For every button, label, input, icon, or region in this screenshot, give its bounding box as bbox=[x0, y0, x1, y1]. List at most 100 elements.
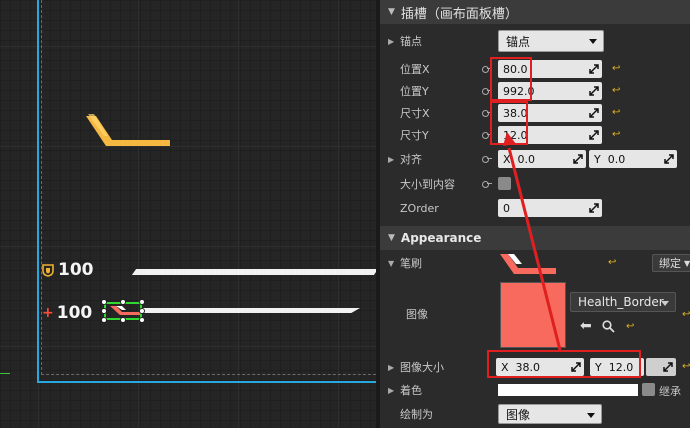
resize-handle-l[interactable] bbox=[101, 308, 107, 314]
keyframe-icon[interactable] bbox=[482, 154, 492, 164]
collapse-arrow-icon: ▼ bbox=[388, 233, 395, 243]
alignment-y-field[interactable]: Y 0.0 bbox=[589, 150, 677, 168]
size-y-row: 尺寸Y 12.0 ↩ bbox=[380, 124, 690, 146]
resize-handle-tr[interactable] bbox=[139, 299, 145, 305]
image-label: 图像 bbox=[406, 308, 428, 321]
search-icon[interactable] bbox=[602, 320, 615, 333]
tint-label: 着色 bbox=[400, 384, 422, 397]
collapse-arrow-icon: ▼ bbox=[388, 7, 395, 17]
chevron-down-icon bbox=[587, 413, 595, 418]
image-asset-name: Health_Border bbox=[578, 295, 664, 309]
anchor-dropdown-value: 锚点 bbox=[506, 34, 531, 49]
safe-zone-bottom bbox=[41, 374, 376, 375]
reset-icon[interactable]: ↩ bbox=[682, 310, 690, 320]
image-preview[interactable] bbox=[500, 282, 566, 348]
reset-icon[interactable]: ↩ bbox=[682, 362, 690, 372]
highlight-size-fields bbox=[490, 101, 528, 145]
draw-as-value: 图像 bbox=[506, 407, 531, 422]
appearance-title: Appearance bbox=[400, 231, 482, 245]
alignment-label: 对齐 bbox=[400, 153, 422, 166]
expand-arrows-icon bbox=[589, 64, 599, 74]
brush-thumbnail bbox=[500, 254, 556, 274]
keyframe-icon[interactable] bbox=[482, 179, 492, 189]
size-to-content-checkbox[interactable] bbox=[498, 177, 511, 190]
brush-label: 笔刷 bbox=[400, 257, 422, 270]
armor-bar[interactable] bbox=[131, 269, 376, 275]
alignment-x-value: 0.0 bbox=[517, 152, 536, 166]
shield-icon bbox=[42, 263, 54, 277]
image-asset-dropdown[interactable]: Health_Border bbox=[570, 292, 676, 312]
armor-value: 100 bbox=[58, 260, 94, 280]
resize-handle-br[interactable] bbox=[139, 317, 145, 323]
zorder-field[interactable]: 0 bbox=[498, 199, 602, 217]
anchor-dropdown[interactable]: 锚点 bbox=[498, 30, 604, 52]
expand-arrow-icon[interactable]: ▶ bbox=[388, 363, 394, 372]
tint-color-swatch[interactable] bbox=[498, 384, 638, 396]
pos-x-row: 位置X 80.0 ↩ bbox=[380, 58, 690, 80]
pos-x-label: 位置X bbox=[400, 63, 430, 76]
reset-icon[interactable]: ↩ bbox=[612, 64, 622, 74]
health-bar[interactable] bbox=[142, 308, 360, 313]
anchor-row: ▶ 锚点 锚点 bbox=[380, 30, 690, 52]
inherit-checkbox[interactable] bbox=[642, 383, 655, 396]
draw-as-dropdown[interactable]: 图像 bbox=[498, 404, 602, 424]
alignment-x-prefix: X bbox=[503, 152, 511, 166]
brush-row: ▼ 笔刷 ↩ 绑定 ▼ bbox=[380, 252, 690, 274]
reset-icon[interactable]: ↩ bbox=[608, 258, 618, 268]
reset-icon[interactable]: ↩ bbox=[612, 86, 622, 96]
resize-handle-tl[interactable] bbox=[101, 299, 107, 305]
expand-arrow-icon[interactable]: ▶ bbox=[388, 37, 394, 46]
image-size-y-drag[interactable] bbox=[646, 358, 676, 376]
slot-section-header[interactable]: ▼ 插槽（画布面板槽） bbox=[380, 0, 690, 24]
bind-button[interactable]: 绑定 ▼ bbox=[652, 254, 690, 272]
expand-arrows-icon bbox=[589, 86, 599, 96]
zorder-label: ZOrder bbox=[400, 201, 439, 215]
zorder-value: 0 bbox=[503, 201, 510, 215]
health-plus-icon: + bbox=[42, 305, 54, 321]
origin-marker bbox=[0, 373, 10, 374]
size-y-label: 尺寸Y bbox=[400, 129, 429, 142]
draw-as-row: 绘制为 图像 bbox=[380, 403, 690, 425]
size-to-content-row: 大小到内容 bbox=[380, 173, 690, 195]
highlight-position-fields bbox=[490, 57, 532, 101]
image-row: 图像 Health_Border ⬅ ↩ ↩ bbox=[380, 276, 690, 350]
resize-handle-b[interactable] bbox=[120, 317, 126, 323]
inherit-label: 继承 bbox=[659, 385, 681, 398]
canvas-boundary-left bbox=[37, 0, 39, 383]
alignment-y-prefix: Y bbox=[594, 152, 601, 166]
collapse-arrow-icon[interactable]: ▼ bbox=[388, 259, 394, 268]
highlight-image-size bbox=[487, 350, 641, 378]
expand-arrows-icon bbox=[573, 154, 583, 164]
chevron-down-icon bbox=[589, 39, 597, 44]
size-to-content-label: 大小到内容 bbox=[400, 178, 455, 191]
expand-arrows-icon bbox=[589, 130, 599, 140]
pos-y-row: 位置Y 992.0 ↩ bbox=[380, 80, 690, 102]
alignment-row: ▶ 对齐 X 0.0 Y 0.0 bbox=[380, 148, 690, 170]
chevron-down-icon: ▼ bbox=[684, 258, 690, 268]
expand-arrow-icon[interactable]: ▶ bbox=[388, 155, 394, 164]
image-size-label: 图像大小 bbox=[400, 361, 444, 374]
expand-arrows-icon bbox=[589, 108, 599, 118]
reset-icon[interactable]: ↩ bbox=[626, 322, 636, 332]
expand-arrows-icon bbox=[663, 362, 673, 372]
canvas-boundary-bottom bbox=[37, 381, 376, 383]
crosshair-icon[interactable] bbox=[86, 114, 170, 150]
zorder-row: ZOrder 0 bbox=[380, 197, 690, 219]
resize-handle-r[interactable] bbox=[139, 308, 145, 314]
alignment-x-field[interactable]: X 0.0 bbox=[498, 150, 586, 168]
armor-row: 100 bbox=[42, 260, 94, 280]
expand-arrow-icon[interactable]: ▶ bbox=[388, 386, 394, 395]
resize-handle-t[interactable] bbox=[120, 299, 126, 305]
bind-button-label: 绑定 bbox=[659, 257, 681, 270]
designer-viewport[interactable]: 100 + 100 bbox=[0, 0, 376, 428]
size-x-label: 尺寸X bbox=[400, 107, 430, 120]
pos-y-label: 位置Y bbox=[400, 85, 429, 98]
reset-icon[interactable]: ↩ bbox=[612, 130, 622, 140]
draw-as-label: 绘制为 bbox=[400, 408, 433, 421]
health-value: 100 bbox=[56, 303, 93, 323]
reset-icon[interactable]: ↩ bbox=[612, 108, 622, 118]
expand-arrows-icon bbox=[664, 154, 674, 164]
appearance-section-header[interactable]: ▼ Appearance bbox=[380, 226, 690, 250]
resize-handle-bl[interactable] bbox=[101, 317, 107, 323]
use-selected-arrow-icon[interactable]: ⬅ bbox=[580, 318, 592, 334]
